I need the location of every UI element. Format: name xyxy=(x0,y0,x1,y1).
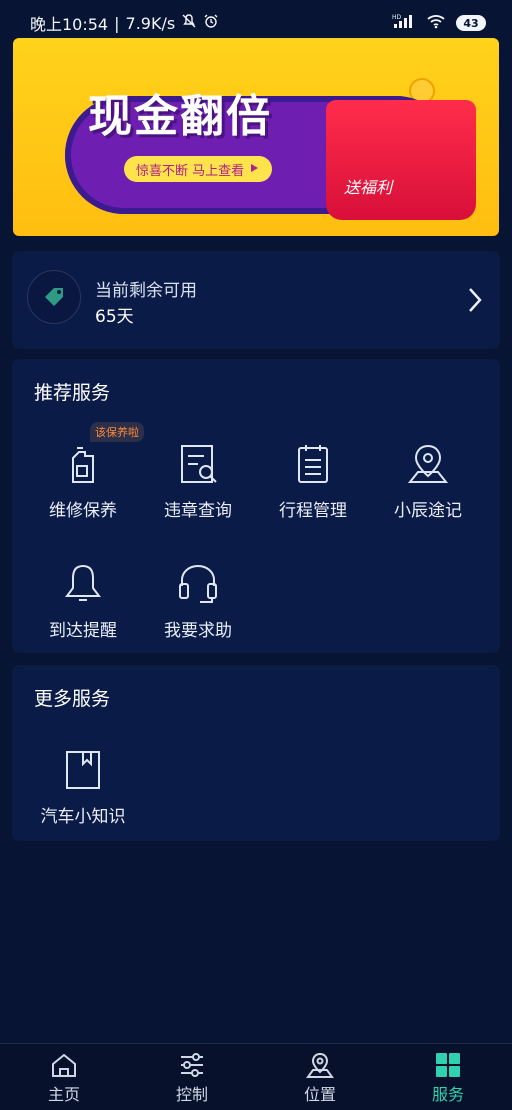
tag-icon xyxy=(27,270,81,324)
document-search-icon xyxy=(181,445,217,483)
remaining-label: 当前剩余可用 xyxy=(95,281,197,301)
recommended-services-card: 推荐服务 维修保养 该保养啦 违章查询 行程管理 小辰途记 到达提醒 我要求助 xyxy=(13,360,499,652)
map-pin-icon xyxy=(407,444,449,483)
service-label: 我要求助 xyxy=(164,621,232,641)
status-divider: | xyxy=(114,13,120,33)
bell-icon xyxy=(65,564,101,601)
service-label: 到达提醒 xyxy=(49,621,117,641)
play-icon xyxy=(250,162,260,177)
nav-services[interactable]: 服务 xyxy=(384,1044,512,1110)
banner-cta-label: 惊喜不断 马上查看 xyxy=(136,163,245,179)
nav-label: 位置 xyxy=(303,1085,336,1104)
service-label: 违章查询 xyxy=(164,501,232,521)
more-services-card: 更多服务 汽车小知识 xyxy=(13,666,499,840)
signal-hd-label: HD xyxy=(392,14,402,21)
oil-bottle-icon xyxy=(72,447,94,483)
status-left: 晚上10:54 | 7.9K/s xyxy=(30,11,219,35)
wifi-icon xyxy=(426,13,446,33)
clipboard-icon xyxy=(298,445,328,483)
remaining-value: 65天 xyxy=(95,307,134,327)
service-arrival-reminder[interactable]: 到达提醒 xyxy=(28,562,138,662)
service-label: 小辰途记 xyxy=(394,501,462,521)
remaining-card[interactable]: 当前剩余可用 65天 xyxy=(13,252,499,348)
status-right: HD 43 xyxy=(392,13,486,33)
status-time: 晚上10:54 xyxy=(30,15,109,34)
bottom-navigation: 主页 控制 位置 服务 xyxy=(0,1043,512,1110)
service-label: 行程管理 xyxy=(279,501,347,521)
home-icon xyxy=(52,1053,76,1077)
banner-gift-text: 送福利 xyxy=(344,178,393,197)
service-label: 汽车小知识 xyxy=(40,807,126,827)
mute-icon xyxy=(181,13,197,33)
alarm-icon xyxy=(203,13,219,33)
service-violation-query[interactable]: 违章查询 xyxy=(143,442,253,542)
grid-icon xyxy=(436,1053,460,1077)
nav-label: 服务 xyxy=(431,1085,464,1104)
nav-location[interactable]: 位置 xyxy=(256,1044,384,1110)
banner-title: 现金翻倍 xyxy=(88,91,272,142)
signal-icon: HD xyxy=(392,13,416,33)
service-car-knowledge[interactable]: 汽车小知识 xyxy=(28,748,138,848)
nav-label: 控制 xyxy=(175,1085,208,1104)
chevron-right-icon xyxy=(467,286,483,318)
red-envelope-decoration xyxy=(326,100,476,220)
nav-label: 主页 xyxy=(47,1085,80,1104)
nav-home[interactable]: 主页 xyxy=(0,1044,128,1110)
headset-icon xyxy=(179,564,217,603)
maintenance-badge: 该保养啦 xyxy=(90,422,144,442)
location-icon xyxy=(306,1052,334,1078)
recommended-title: 推荐服务 xyxy=(34,382,111,404)
network-speed: 7.9K/s xyxy=(125,13,176,33)
battery-indicator: 43 xyxy=(456,15,486,31)
banner-cta-button[interactable]: 惊喜不断 马上查看 xyxy=(124,156,273,182)
service-maintenance[interactable]: 维修保养 xyxy=(28,442,138,542)
nav-control[interactable]: 控制 xyxy=(128,1044,256,1110)
service-help[interactable]: 我要求助 xyxy=(143,562,253,662)
service-trip-management[interactable]: 行程管理 xyxy=(258,442,368,542)
bookmark-book-icon xyxy=(66,751,100,789)
service-label: 维修保养 xyxy=(49,501,117,521)
more-title: 更多服务 xyxy=(34,688,111,710)
sliders-icon xyxy=(181,1053,203,1077)
service-travel-log[interactable]: 小辰途记 xyxy=(373,442,483,542)
